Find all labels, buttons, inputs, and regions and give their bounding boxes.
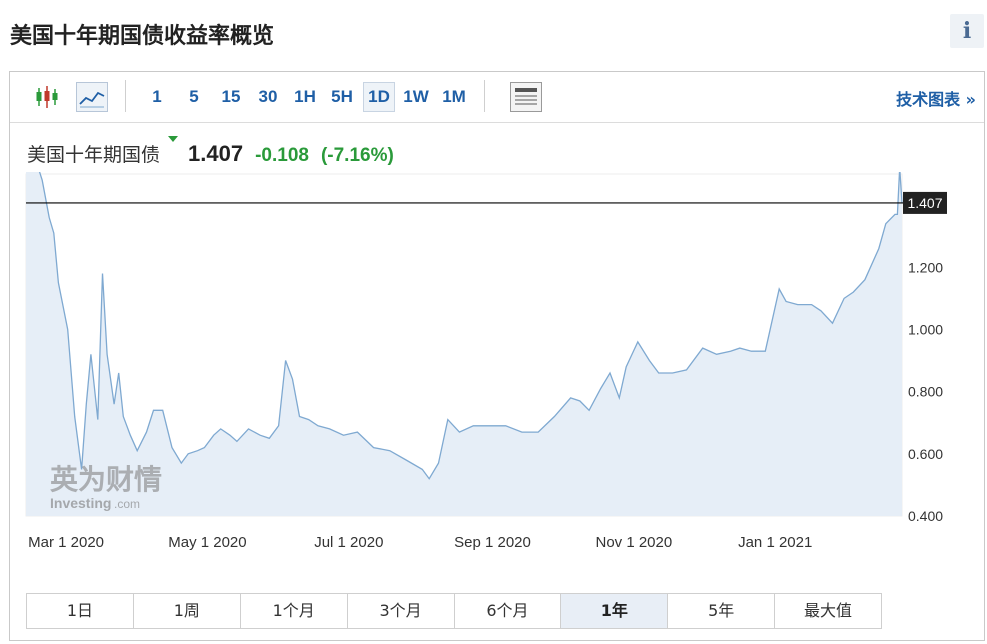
range-1y[interactable]: 1年 xyxy=(561,594,669,628)
candlestick-icon[interactable] xyxy=(34,82,60,112)
range-5y[interactable]: 5年 xyxy=(668,594,776,628)
chart-panel: 1 5 15 30 1H 5H 1D 1W 1M 技术图表 » 美国十年期国债 1… xyxy=(9,71,985,641)
y-tick-label: 0.600 xyxy=(908,446,943,462)
y-tick-label: 0.800 xyxy=(908,384,943,400)
price-change-percent: (-7.16%) xyxy=(320,145,394,166)
technical-chart-link[interactable]: 技术图表 » xyxy=(896,86,976,110)
watermark-logo-suffix: .com xyxy=(114,497,140,511)
range-3m[interactable]: 3个月 xyxy=(347,594,455,628)
x-tick-label: May 1 2020 xyxy=(168,534,246,551)
price-chart[interactable]: 0.400 0.600 0.800 1.000 1.200 Mar 1 2020 May 1… xyxy=(10,172,984,552)
range-1w[interactable]: 1周 xyxy=(133,594,241,628)
current-price-label: 1.407 xyxy=(907,195,942,211)
chart-toolbar: 1 5 15 30 1H 5H 1D 1W 1M 技术图表 » xyxy=(10,72,984,123)
quote-header: 美国十年期国债 1.407 -0.108 (-7.16%) xyxy=(27,136,394,167)
timeframe-5h[interactable]: 5H xyxy=(326,82,358,112)
page-title: 美国十年期国债收益率概览 xyxy=(10,24,275,49)
timeframe-1[interactable]: 1 xyxy=(146,82,168,112)
y-tick-label: 0.400 xyxy=(908,508,943,524)
timeframe-1w[interactable]: 1W xyxy=(399,82,433,112)
instrument-name: 美国十年期国债 xyxy=(27,144,161,166)
table-view-icon[interactable] xyxy=(510,82,542,112)
timeframe-1h[interactable]: 1H xyxy=(289,82,321,112)
last-price: 1.407 xyxy=(188,141,244,166)
y-tick-label: 1.000 xyxy=(908,321,943,337)
down-arrow-icon xyxy=(168,136,179,142)
timeframe-15[interactable]: 15 xyxy=(216,82,246,112)
y-tick-label: 1.200 xyxy=(908,259,943,275)
range-selector: 1日 1周 1个月 3个月 6个月 1年 5年 最大值 xyxy=(26,593,882,629)
watermark-logo-cn: 英为财情 xyxy=(50,463,162,496)
line-chart-icon[interactable] xyxy=(76,82,108,112)
timeframe-30[interactable]: 30 xyxy=(253,82,283,112)
range-max[interactable]: 最大值 xyxy=(775,594,881,628)
toolbar-divider xyxy=(125,80,126,112)
timeframe-5[interactable]: 5 xyxy=(183,82,205,112)
range-1m[interactable]: 1个月 xyxy=(240,594,348,628)
x-tick-label: Mar 1 2020 xyxy=(28,534,104,551)
x-tick-label: Jan 1 2021 xyxy=(738,534,812,551)
x-tick-label: Sep 1 2020 xyxy=(454,534,531,551)
x-tick-label: Nov 1 2020 xyxy=(595,534,672,551)
price-change: -0.108 xyxy=(255,145,309,166)
watermark-logo-en: Investing xyxy=(50,495,111,511)
x-tick-label: Jul 1 2020 xyxy=(314,534,383,551)
timeframe-1m[interactable]: 1M xyxy=(437,82,471,112)
range-6m[interactable]: 6个月 xyxy=(454,594,562,628)
info-icon[interactable]: i xyxy=(950,14,984,48)
range-1d[interactable]: 1日 xyxy=(27,594,134,628)
timeframe-1d[interactable]: 1D xyxy=(363,82,395,112)
toolbar-divider xyxy=(484,80,485,112)
